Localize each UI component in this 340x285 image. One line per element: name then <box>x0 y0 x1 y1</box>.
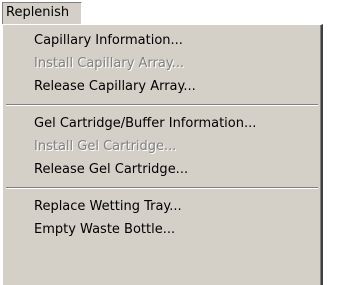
capillary-information-menu-item[interactable]: Capillary Information... <box>3 29 321 52</box>
install-gel-cartridge-menu-item: Install Gel Cartridge... <box>34 139 177 154</box>
menu-separator <box>6 187 318 189</box>
replenish-dropdown-menu: Capillary Information... Install Capilla… <box>2 24 323 285</box>
release-capillary-array-menu-item[interactable]: Release Capillary Array... <box>3 75 321 98</box>
menu-separator <box>6 104 318 106</box>
empty-waste-bottle-menu-item[interactable]: Empty Waste Bottle... <box>3 218 321 241</box>
replace-wetting-tray-menu-item[interactable]: Replace Wetting Tray... <box>3 195 321 218</box>
replenish-menu-title[interactable]: Replenish <box>2 2 82 25</box>
release-gel-cartridge-menu-item[interactable]: Release Gel Cartridge... <box>3 158 321 181</box>
gel-cartridge-buffer-information-menu-item[interactable]: Gel Cartridge/Buffer Information... <box>3 112 321 135</box>
install-capillary-array-menu-item: Install Capillary Array... <box>34 56 185 71</box>
